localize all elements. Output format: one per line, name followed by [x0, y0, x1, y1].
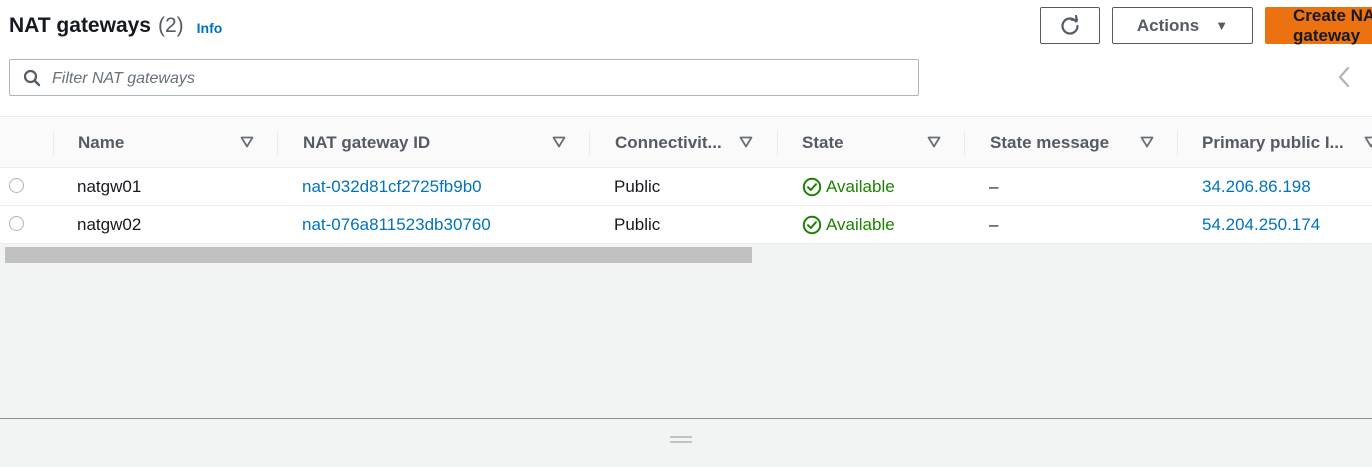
nat-gateways-panel: NAT gateways (2) Info Actions ▼ Create N…	[0, 0, 1372, 244]
column-label: State	[802, 133, 844, 152]
filter-input[interactable]	[50, 66, 894, 92]
cell-state-message: –	[989, 214, 999, 234]
state-label: Available	[826, 176, 895, 196]
table-row[interactable]: natgw01 nat-032d81cf2725fb9b0 Public Ava…	[0, 168, 1372, 206]
column-label: Name	[78, 133, 125, 152]
column-label: Primary public I...	[1202, 133, 1344, 152]
info-link[interactable]: Info	[197, 20, 223, 36]
state-label: Available	[826, 214, 895, 234]
column-divider	[589, 130, 590, 156]
split-panel-divider	[0, 418, 1372, 419]
column-header-state-message[interactable]: State message	[990, 117, 1170, 169]
column-header-primary-public-ip[interactable]: Primary public I...	[1202, 117, 1372, 169]
column-header-nat-gateway-id[interactable]: NAT gateway ID	[303, 117, 583, 169]
cell-connectivity: Public	[614, 176, 661, 196]
column-divider	[1177, 130, 1178, 156]
sort-icon[interactable]	[1364, 136, 1372, 148]
search-icon	[23, 69, 41, 87]
filter-bar	[9, 59, 919, 96]
resize-handle-icon[interactable]	[670, 435, 692, 444]
column-divider	[777, 130, 778, 156]
column-header-connectivity[interactable]: Connectivit...	[615, 117, 770, 169]
caret-down-icon: ▼	[1215, 18, 1229, 33]
page-title: NAT gateways	[9, 14, 151, 37]
sort-icon[interactable]	[739, 136, 753, 148]
sort-icon[interactable]	[552, 136, 566, 148]
cell-nat-gateway-id[interactable]: nat-076a811523db30760	[302, 206, 491, 243]
horizontal-scrollbar-thumb[interactable]	[5, 247, 752, 263]
column-label: NAT gateway ID	[303, 133, 431, 152]
cell-state: Available	[802, 168, 895, 205]
table-header: Name NAT gateway ID Connectivit... State…	[0, 116, 1372, 168]
column-divider	[964, 130, 965, 156]
column-label: State message	[990, 133, 1110, 152]
chevron-left-icon[interactable]	[1334, 64, 1354, 90]
cell-primary-public-ip[interactable]: 54.204.250.174	[1202, 206, 1320, 243]
cell-state: Available	[802, 206, 895, 243]
check-circle-icon	[802, 215, 822, 234]
column-label: Connectivit...	[615, 133, 722, 152]
cell-primary-public-ip[interactable]: 34.206.86.198	[1202, 168, 1311, 205]
page-header: NAT gateways (2) Info	[9, 10, 222, 42]
column-header-name[interactable]: Name	[78, 117, 268, 169]
sort-icon[interactable]	[240, 136, 254, 148]
refresh-button[interactable]	[1040, 7, 1100, 44]
item-count: (2)	[158, 14, 184, 37]
check-circle-icon	[802, 177, 822, 196]
create-nat-gateway-button[interactable]: Create NAT gateway	[1265, 5, 1372, 45]
column-divider	[277, 130, 278, 156]
actions-dropdown[interactable]: Actions ▼	[1112, 7, 1253, 44]
row-select-radio[interactable]	[9, 178, 24, 193]
row-select-radio[interactable]	[9, 216, 24, 231]
table-row[interactable]: natgw02 nat-076a811523db30760 Public Ava…	[0, 206, 1372, 244]
sort-icon[interactable]	[927, 136, 941, 148]
refresh-icon	[1061, 14, 1079, 35]
cell-state-message: –	[989, 176, 999, 196]
sort-icon[interactable]	[1140, 136, 1154, 148]
cell-name: natgw01	[77, 176, 142, 196]
column-divider	[53, 130, 54, 156]
column-header-state[interactable]: State	[802, 117, 957, 169]
cell-connectivity: Public	[614, 214, 661, 234]
actions-label: Actions	[1136, 15, 1200, 35]
create-label: Create NAT gateway	[1293, 5, 1372, 45]
cell-nat-gateway-id[interactable]: nat-032d81cf2725fb9b0	[302, 168, 482, 205]
cell-name: natgw02	[77, 214, 142, 234]
